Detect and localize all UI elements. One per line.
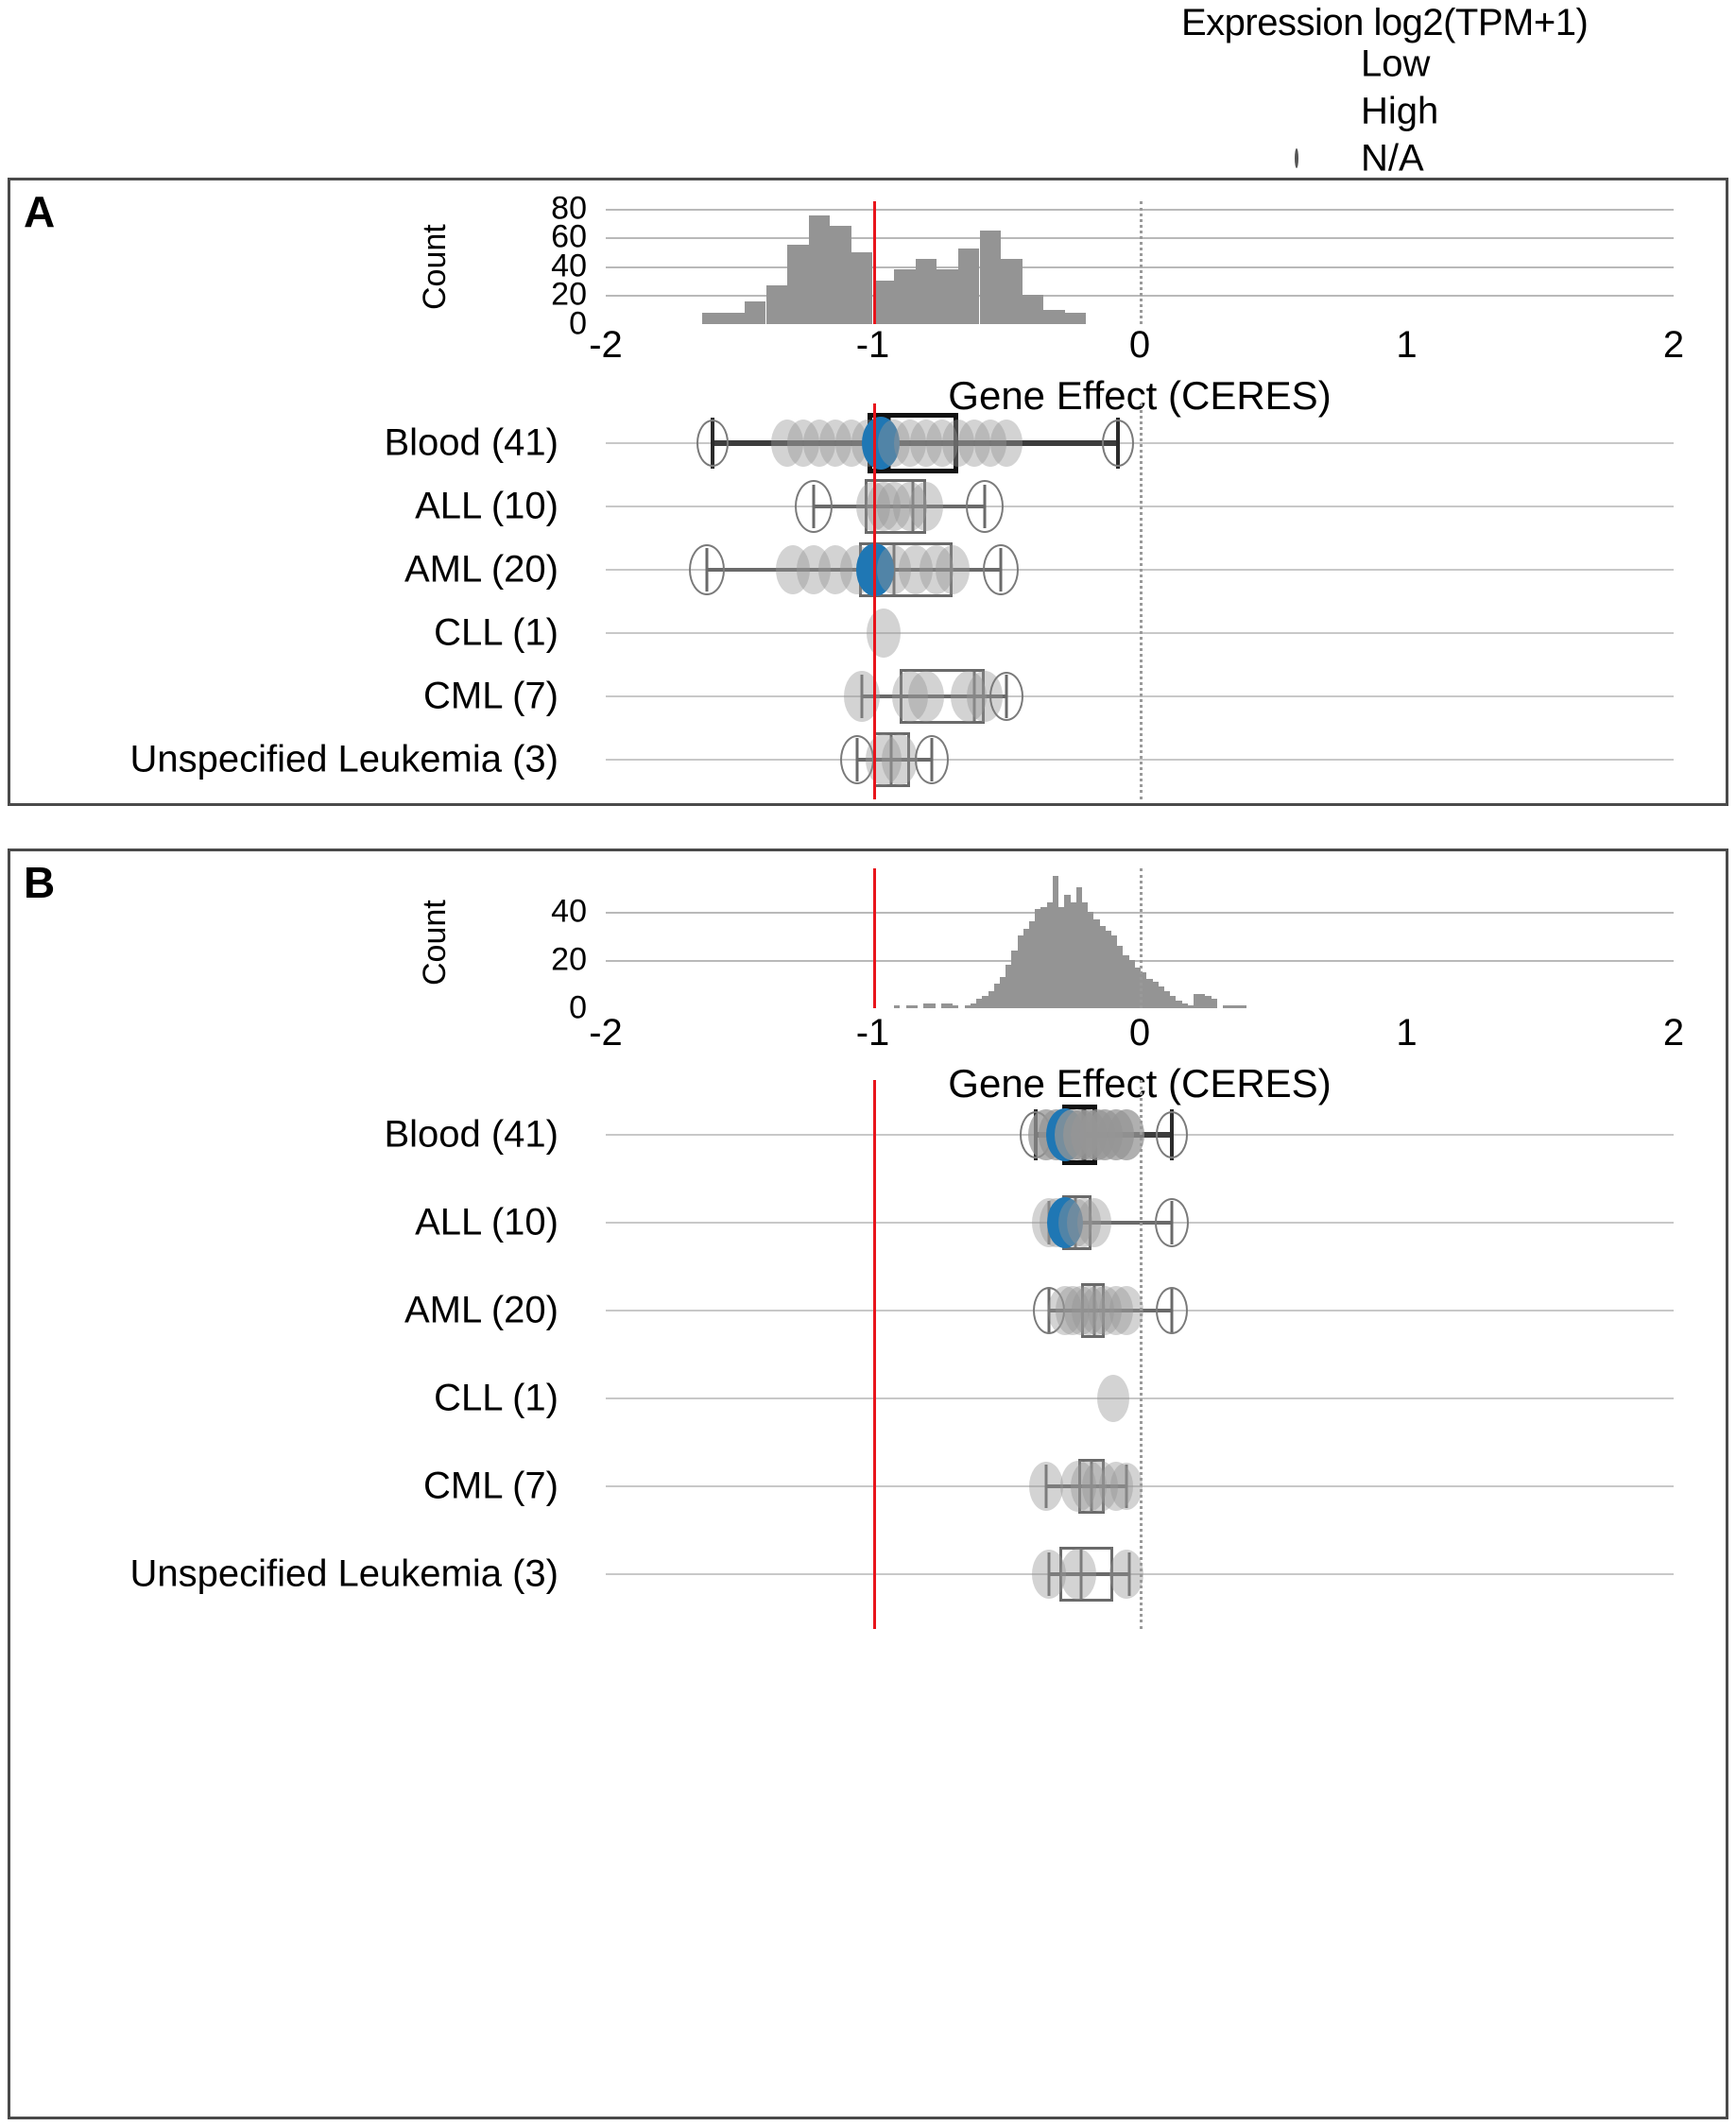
na-expression-point [1155, 1287, 1188, 1334]
panel-b: B Count 0 20 40 -2 -1 0 1 2 Gene Effect (CERES) … [8, 849, 1728, 2119]
dotplot-row-label: CML (7) [423, 675, 559, 717]
na-expression-point [983, 544, 1020, 595]
dotplot-row-label: Unspecified Leukemia (3) [129, 738, 559, 780]
dotplot-row-label: AML (20) [404, 548, 559, 591]
na-expression-point [1102, 420, 1135, 467]
dotplot-zero-line [1140, 1080, 1143, 1629]
na-expression-point [914, 735, 949, 784]
dotplot-row-label: ALL (10) [415, 485, 559, 527]
dotplot-row-label: CLL (1) [434, 1377, 559, 1419]
figure-root: Expression log2(TPM+1) Low High N/A A Co… [0, 0, 1736, 2126]
dotplot-row-label: CML (7) [423, 1465, 559, 1507]
legend: Expression log2(TPM+1) Low High N/A [1181, 0, 1729, 180]
panel-a: A Count 0 20 40 60 80 -2 -1 0 1 2 Gene Effect (CER… [8, 178, 1728, 806]
cell-line-point [1076, 1198, 1111, 1247]
legend-item-na: N/A [1181, 134, 1729, 183]
cell-line-point [989, 420, 1023, 467]
legend-title: Expression log2(TPM+1) [1181, 2, 1589, 43]
dotplot-row-label: CLL (1) [434, 611, 559, 654]
legend-label-na: N/A [1361, 137, 1424, 180]
cell-line-point [1029, 1462, 1064, 1511]
dotplot-row-label: AML (20) [404, 1289, 559, 1331]
cell-line-point [908, 671, 944, 722]
legend-label-high: High [1361, 90, 1439, 132]
dotplot-row-label: Blood (41) [384, 1113, 559, 1156]
legend-open-circle-icon [1295, 148, 1298, 168]
cell-line-point [1109, 1463, 1143, 1510]
na-expression-point [966, 480, 1005, 533]
cell-line-point [909, 482, 943, 531]
cell-line-point [881, 734, 918, 785]
cell-line-point [936, 545, 971, 594]
na-expression-point [696, 420, 729, 467]
legend-label-low: Low [1361, 43, 1431, 85]
legend-item-high: High [1181, 87, 1729, 136]
na-expression-point [988, 672, 1023, 721]
cell-line-point [1060, 1549, 1097, 1600]
dotplot-row-label: Unspecified Leukemia (3) [129, 1552, 559, 1595]
dotplot-zero-line [1140, 403, 1143, 799]
legend-item-low: Low [1181, 40, 1729, 89]
cell-line-point [1109, 1550, 1143, 1599]
cell-line-point [1096, 1375, 1129, 1422]
dotplot-threshold-line [872, 403, 876, 799]
na-expression-point [795, 480, 834, 533]
cell-line-point [866, 609, 901, 658]
dotplot-threshold-line [872, 1080, 876, 1629]
dotplot-row-label: ALL (10) [415, 1201, 559, 1243]
panel-b-dotplot: Blood (41) ALL (10) AML (20) CLL (1) CML (7)… [10, 851, 1726, 2117]
na-expression-point [689, 544, 726, 595]
na-expression-point [1154, 1198, 1189, 1247]
panel-a-dotplot: Blood (41) ALL (10) AML (20) CLL (1) CML (7)… [10, 180, 1726, 803]
cell-line-point [1109, 1286, 1143, 1335]
dotplot-row-label: Blood (41) [384, 421, 559, 464]
na-expression-point [1155, 1111, 1188, 1158]
